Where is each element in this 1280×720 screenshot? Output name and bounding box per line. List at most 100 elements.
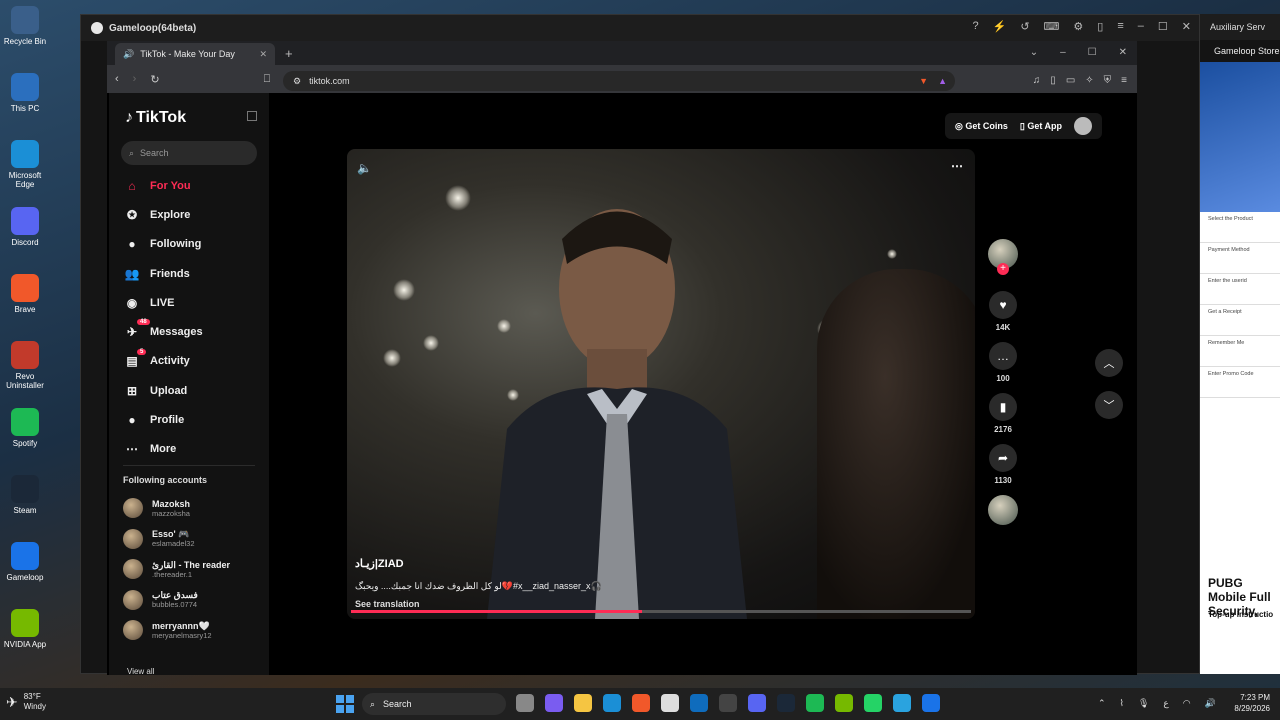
sidebar-item-live[interactable]: ◉ LIVE [123,288,269,317]
back-button[interactable]: ‹ [115,73,119,85]
follow-plus-icon[interactable]: + [997,263,1009,275]
nvidia-icon[interactable] [835,694,853,712]
share-button[interactable]: ➦ [989,444,1017,472]
media-icon[interactable]: ♫ [1033,75,1041,86]
save-button[interactable]: ▮ [989,393,1017,421]
get-coins-button[interactable]: ◎ Get Coins [955,121,1008,132]
browser-maximize-icon[interactable]: ☐ [1088,47,1097,58]
address-bar[interactable]: ⚙ tiktok.com ▼ ▲ [283,71,955,91]
like-button[interactable]: ♥ [989,291,1017,319]
sidebar-item-for-you[interactable]: ⌂ For You [123,171,269,200]
desktop-icon[interactable]: Steam [2,475,48,515]
purchase-step[interactable]: Get a Receipt [1200,305,1280,336]
purchase-step[interactable]: Remember Me [1200,336,1280,367]
outlook-icon[interactable] [690,694,708,712]
aux-title[interactable]: Gameloop Store [1200,40,1280,62]
whatsapp-icon[interactable] [864,694,882,712]
next-video-button[interactable]: ﹀ [1095,391,1123,419]
view-all-link[interactable]: View all [127,667,154,676]
browser-close-icon[interactable]: ✕ [1119,47,1127,58]
store-icon[interactable] [661,694,679,712]
weather-widget[interactable]: ✈ 83°F Windy [6,692,46,712]
task-view-icon[interactable] [516,694,534,712]
comment-button[interactable]: … [989,342,1017,370]
browser-minimize-icon[interactable]: – [1060,47,1066,58]
help-icon[interactable]: ? [972,20,978,33]
copilot-icon[interactable] [545,694,563,712]
wallet-icon[interactable]: ▭ [1066,75,1075,86]
reload-button[interactable]: ↻ [150,73,159,86]
following-account[interactable]: Esso' 🎮 eslamadel32 [123,524,263,555]
taskbar-search[interactable]: ⌕ Search [362,693,506,715]
boost-icon[interactable]: ⚡ [993,20,1007,33]
following-account[interactable]: فسدق عتاب bubbles.0774 [123,585,263,616]
sidebar-item-profile[interactable]: ● Profile [123,405,269,434]
more-options-icon[interactable]: ⋯ [951,159,963,173]
volume-icon[interactable]: 🔈 [357,161,372,175]
site-info-icon[interactable]: ⚙ [293,76,301,87]
sidebar-toggle-icon[interactable]: ▯ [1050,75,1056,86]
network-icon[interactable]: ⌇ [1120,698,1124,709]
brave-icon[interactable] [632,694,650,712]
profile-avatar[interactable] [1074,117,1092,135]
wifi-icon[interactable]: ◠ [1183,698,1191,709]
spotify-icon[interactable] [806,694,824,712]
telegram-icon[interactable] [893,694,911,712]
tray-chevron-icon[interactable]: ⌃ [1098,698,1106,709]
desktop-icon[interactable]: Discord [2,207,48,247]
sidebar-item-upload[interactable]: ⊞ Upload [123,376,269,405]
forward-button[interactable]: › [133,73,137,85]
tab-list-icon[interactable]: ⌄ [1030,47,1038,58]
file-explorer-icon[interactable] [574,694,592,712]
video-progress-bar[interactable] [351,610,971,613]
minimize-icon[interactable]: – [1138,20,1144,33]
desktop-icon[interactable]: NVIDIA App [2,609,48,649]
clock[interactable]: 7:23 PM 8/29/2026 [1234,692,1270,714]
creator-avatar[interactable]: + [988,239,1018,275]
sidebar-item-explore[interactable]: ✪ Explore [123,200,269,229]
desktop-icon[interactable]: Recycle Bin [2,6,48,46]
keymap-icon[interactable]: ⌨ [1044,20,1060,33]
back-icon[interactable]: ↺ [1020,20,1029,33]
gameloop-icon[interactable] [922,694,940,712]
purchase-step[interactable]: Payment Method [1200,243,1280,274]
sound-disc[interactable] [988,495,1018,525]
tiktok-logo[interactable]: ♪ TikTok [125,109,186,127]
sidebar-item-friends[interactable]: 👥 Friends [123,259,269,288]
sidebar-item-following[interactable]: ● Following [123,230,269,259]
sidebar-icon[interactable]: ▯ [1097,20,1103,33]
volume-tray-icon[interactable]: 🔊 [1205,698,1216,709]
mic-icon[interactable]: 🎙 [1138,698,1149,709]
following-account[interactable]: merryannn🤍 meryanelmasry12 [123,615,263,646]
vpn-icon[interactable]: ⛨ [1104,75,1112,86]
desktop-icon[interactable]: Revo Uninstaller [2,341,48,390]
new-tab-button[interactable]: + [285,46,293,61]
language-icon[interactable]: ع [1163,698,1168,709]
start-button[interactable] [336,695,354,713]
desktop-icon[interactable]: Spotify [2,408,48,448]
close-icon[interactable]: ✕ [1182,20,1191,33]
steam-icon[interactable] [777,694,795,712]
video-author[interactable]: زيـاد|ZIAD [355,557,404,570]
tab-close-icon[interactable]: ✕ [259,49,267,60]
speaker-icon[interactable]: 🔊 [123,49,134,60]
bookmark-icon[interactable]: ⎕ [264,73,271,86]
discord-icon[interactable] [748,694,766,712]
chatgpt-icon[interactable] [719,694,737,712]
sidebar-item-more[interactable]: ⋯ More [123,435,269,464]
previous-video-button[interactable]: ︿ [1095,349,1123,377]
settings-icon[interactable]: ⚙ [1073,20,1083,33]
extensions-icon[interactable]: ✧ [1085,75,1093,86]
get-app-button[interactable]: ▯ Get App [1020,121,1062,132]
maximize-icon[interactable]: ☐ [1158,20,1168,33]
desktop-icon[interactable]: Gameloop [2,542,48,582]
video-player[interactable]: 🔈 ⋯ زيـاد|ZIAD لو كل الظروف ضدك انا جمبك… [347,149,975,619]
desktop-icon[interactable]: Microsoft Edge [2,140,48,189]
desktop-icon[interactable]: This PC [2,73,48,113]
see-translation-link[interactable]: See translation [355,599,420,609]
brave-shields-icon[interactable]: ▼ [919,76,928,86]
tab-tiktok[interactable]: 🔊 TikTok - Make Your Day ✕ [115,43,275,65]
search-input[interactable]: ⌕ Search [121,141,257,165]
edge-icon[interactable] [603,694,621,712]
browser-menu-icon[interactable]: ≡ [1121,75,1127,86]
